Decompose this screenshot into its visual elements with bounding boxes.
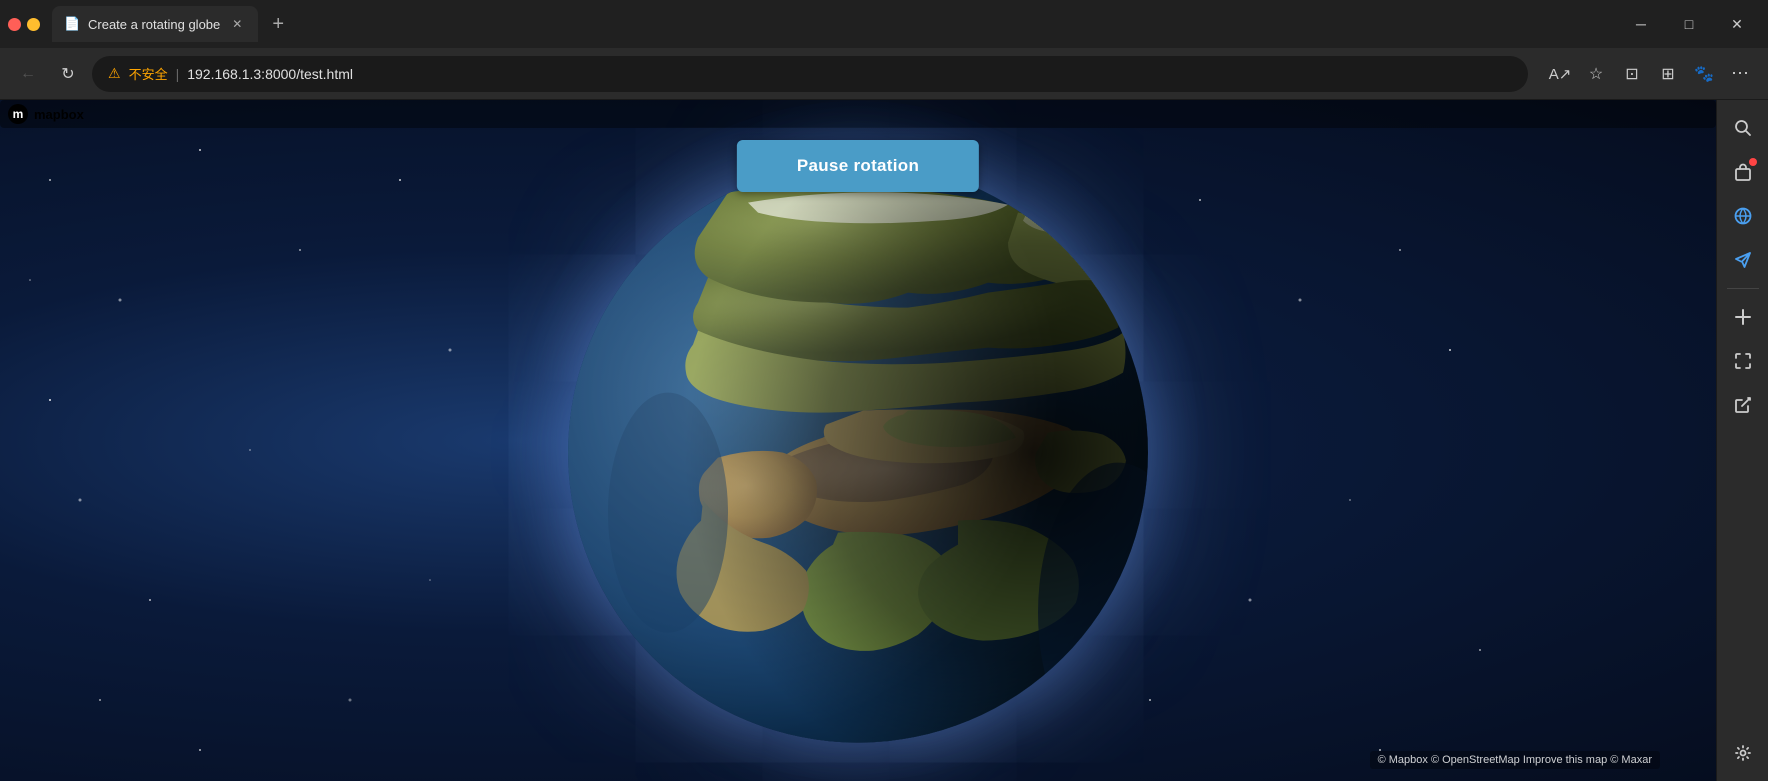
globe-map-svg xyxy=(568,162,1148,742)
search-icon xyxy=(1733,118,1753,138)
globe-viewport: Pause rotation m mapbox © Mapbox © OpenS… xyxy=(0,100,1716,781)
reading-view-button[interactable]: ⊡ xyxy=(1616,58,1648,90)
window-close-button[interactable]: ✕ xyxy=(1714,8,1760,40)
copyright-attribution: © Mapbox © OpenStreetMap Improve this ma… xyxy=(1370,751,1660,769)
sidebar-shopping-button[interactable] xyxy=(1723,152,1763,192)
more-options-button[interactable]: ⋯ xyxy=(1724,58,1756,90)
copyright-text: © Mapbox © OpenStreetMap xyxy=(1378,754,1520,766)
address-url: 192.168.1.3:8000/test.html xyxy=(187,66,353,82)
tab-favicon: 📄 xyxy=(64,16,80,32)
active-tab[interactable]: 📄 Create a rotating globe ✕ xyxy=(52,6,258,42)
address-divider: | xyxy=(176,66,180,82)
minimize-traffic-light[interactable] xyxy=(27,18,40,31)
maxar-text: © Maxar xyxy=(1610,754,1652,766)
sidebar-browser-icon-button[interactable] xyxy=(1723,196,1763,236)
sidebar-settings-button[interactable] xyxy=(1723,733,1763,773)
pause-rotation-button[interactable]: Pause rotation xyxy=(737,140,979,192)
address-actions: A↗ ☆ ⊡ ⊞ 🐾 ⋯ xyxy=(1544,58,1756,90)
address-bar: ← ↻ ⚠ 不安全 | 192.168.1.3:8000/test.html A… xyxy=(0,48,1768,100)
close-traffic-light[interactable] xyxy=(8,18,21,31)
tab-close-button[interactable]: ✕ xyxy=(228,15,246,33)
globe-sphere[interactable] xyxy=(568,162,1148,742)
reload-button[interactable]: ↻ xyxy=(52,58,84,90)
security-warning-icon: ⚠ xyxy=(108,65,121,82)
scan-icon xyxy=(1733,351,1753,371)
sidebar-divider-1 xyxy=(1727,288,1759,289)
share-icon xyxy=(1733,395,1753,415)
sidebar-scan-button[interactable] xyxy=(1723,341,1763,381)
browser-icon xyxy=(1733,206,1753,226)
globe-container[interactable] xyxy=(568,162,1148,742)
sidebar-share-button[interactable] xyxy=(1723,385,1763,425)
back-button[interactable]: ← xyxy=(12,58,44,90)
new-tab-button[interactable]: + xyxy=(262,8,294,40)
sidebar-send-button[interactable] xyxy=(1723,240,1763,280)
title-bar: 📄 Create a rotating globe ✕ + ─ □ ✕ xyxy=(0,0,1768,48)
shopping-bag-icon xyxy=(1733,162,1753,182)
favorites-button[interactable]: ☆ xyxy=(1580,58,1612,90)
tab-bar: 📄 Create a rotating globe ✕ + xyxy=(52,6,1610,42)
window-controls: ─ □ ✕ xyxy=(1618,8,1760,40)
browser-window: 📄 Create a rotating globe ✕ + ─ □ ✕ ← ↻ … xyxy=(0,0,1768,781)
improve-map-text[interactable]: Improve this map xyxy=(1523,754,1607,766)
add-icon xyxy=(1733,307,1753,327)
read-aloud-button[interactable]: A↗ xyxy=(1544,58,1576,90)
settings-icon xyxy=(1733,743,1753,763)
content-area: Pause rotation m mapbox © Mapbox © OpenS… xyxy=(0,100,1768,781)
address-field[interactable]: ⚠ 不安全 | 192.168.1.3:8000/test.html xyxy=(92,56,1528,92)
security-label: 不安全 xyxy=(129,64,168,83)
send-icon xyxy=(1733,250,1753,270)
profile-button[interactable]: 🐾 xyxy=(1688,58,1720,90)
traffic-lights xyxy=(8,18,40,31)
sidebar-search-button[interactable] xyxy=(1723,108,1763,148)
maximize-button[interactable]: □ xyxy=(1666,8,1712,40)
right-sidebar xyxy=(1716,100,1768,781)
minimize-button[interactable]: ─ xyxy=(1618,8,1664,40)
collections-button[interactable]: ⊞ xyxy=(1652,58,1684,90)
sidebar-add-button[interactable] xyxy=(1723,297,1763,337)
tab-title: Create a rotating globe xyxy=(88,17,220,32)
